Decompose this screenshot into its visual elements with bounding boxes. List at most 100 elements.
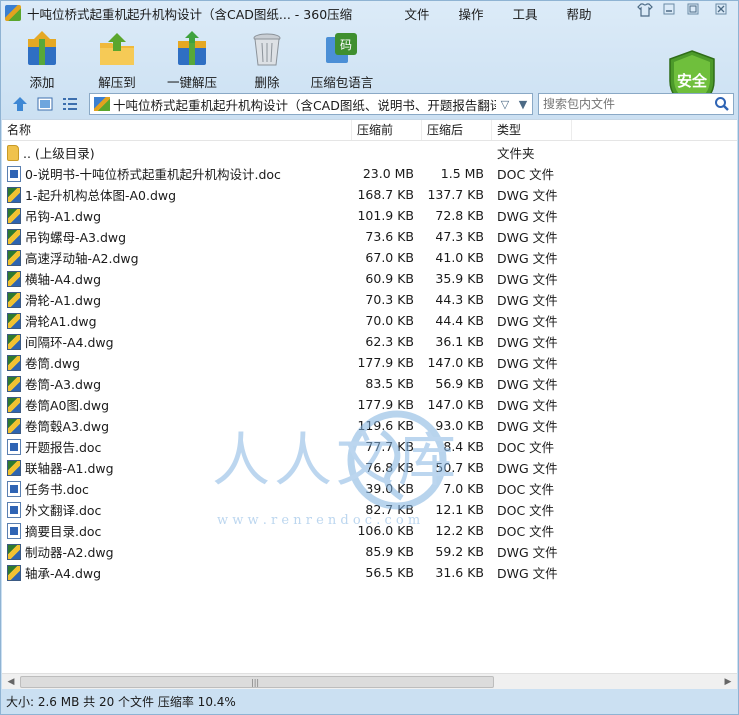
- file-name: 横轴-A4.dwg: [25, 272, 102, 287]
- one-click-extract-icon: [172, 29, 212, 69]
- table-row[interactable]: 间隔环-A4.dwg 62.3 KB 36.1 KB DWG 文件: [2, 331, 737, 352]
- table-row[interactable]: 高速浮动轴-A2.dwg 67.0 KB 41.0 KB DWG 文件: [2, 247, 737, 268]
- restore-icon[interactable]: [684, 3, 702, 19]
- table-row[interactable]: 1-起升机构总体图-A0.dwg 168.7 KB 137.7 KB DWG 文件: [2, 184, 737, 205]
- size-before: 23.0 MB: [362, 166, 414, 181]
- archive-language-icon: 码: [322, 29, 362, 69]
- table-row[interactable]: 制动器-A2.dwg 85.9 KB 59.2 KB DWG 文件: [2, 541, 737, 562]
- dropdown-arrow-icon[interactable]: ▼: [514, 98, 532, 111]
- file-name: 外文翻译.doc: [25, 503, 102, 518]
- add-button[interactable]: 添加: [7, 27, 77, 91]
- file-name-cell: .. (上级目录): [2, 143, 352, 162]
- path-bar[interactable]: 十吨位桥式起重机起升机构设计（含CAD图纸、说明书、开题报告翻译... ▽ ▼: [89, 93, 533, 115]
- file-name: 摘要目录.doc: [25, 524, 102, 539]
- file-name: 联轴器-A1.dwg: [25, 461, 114, 476]
- column-type[interactable]: 类型: [492, 120, 572, 140]
- minimize-icon[interactable]: [660, 3, 678, 19]
- search-icon[interactable]: [713, 95, 731, 113]
- list-view-icon[interactable]: [61, 95, 79, 113]
- doc-file-icon: [7, 522, 21, 539]
- extract-to-label: 解压到: [98, 75, 136, 90]
- table-row[interactable]: 卷筒.dwg 177.9 KB 147.0 KB DWG 文件: [2, 352, 737, 373]
- table-row[interactable]: 卷筒毂A3.dwg 119.6 KB 93.0 KB DWG 文件: [2, 415, 737, 436]
- dwg-file-icon: [7, 564, 21, 581]
- table-row[interactable]: 滑轮A1.dwg 70.0 KB 44.4 KB DWG 文件: [2, 310, 737, 331]
- scroll-left-icon[interactable]: ◀: [3, 675, 19, 689]
- table-row[interactable]: 轴承-A4.dwg 56.5 KB 31.6 KB DWG 文件: [2, 562, 737, 583]
- file-name: 轴承-A4.dwg: [25, 566, 102, 581]
- file-name: 卷筒-A3.dwg: [25, 377, 102, 392]
- status-bar: 大小: 2.6 MB 共 20 个文件 压缩率 10.4%: [6, 695, 236, 709]
- size-after: 137.7 KB: [427, 187, 484, 202]
- file-type: DWG 文件: [497, 566, 558, 581]
- file-name: 制动器-A2.dwg: [25, 545, 114, 560]
- file-type: DWG 文件: [497, 293, 558, 308]
- size-before: 56.5 KB: [365, 565, 414, 580]
- chevron-down-icon[interactable]: ▽: [496, 98, 514, 111]
- size-after: 50.7 KB: [435, 460, 484, 475]
- size-after: 59.2 KB: [435, 544, 484, 559]
- archive-language-label: 压缩包语言: [310, 75, 374, 90]
- scroll-right-icon[interactable]: ▶: [720, 675, 736, 689]
- file-name-cell: 吊钩-A1.dwg: [2, 206, 352, 225]
- archive-language-button[interactable]: 码 压缩包语言: [307, 27, 377, 91]
- up-arrow-icon[interactable]: [11, 95, 29, 113]
- table-row[interactable]: 外文翻译.doc 82.7 KB 12.1 KB DOC 文件: [2, 499, 737, 520]
- file-type: DWG 文件: [497, 545, 558, 560]
- table-row[interactable]: 横轴-A4.dwg 60.9 KB 35.9 KB DWG 文件: [2, 268, 737, 289]
- table-row[interactable]: 开题报告.doc 77.7 KB 8.4 KB DOC 文件: [2, 436, 737, 457]
- close-icon[interactable]: [708, 3, 734, 19]
- table-row[interactable]: 任务书.doc 39.0 KB 7.0 KB DOC 文件: [2, 478, 737, 499]
- extract-to-button[interactable]: 解压到: [82, 27, 152, 91]
- large-icon-view-icon[interactable]: [36, 95, 54, 113]
- size-before: 62.3 KB: [365, 334, 414, 349]
- skin-shirt-icon[interactable]: [636, 3, 654, 19]
- size-before: 39.0 KB: [365, 481, 414, 496]
- size-after: 72.8 KB: [435, 208, 484, 223]
- size-after: 12.2 KB: [435, 523, 484, 538]
- table-row[interactable]: 联轴器-A1.dwg 76.8 KB 50.7 KB DWG 文件: [2, 457, 737, 478]
- delete-button[interactable]: 删除: [232, 27, 302, 91]
- file-type: DWG 文件: [497, 377, 558, 392]
- file-type: DOC 文件: [497, 167, 555, 182]
- dwg-file-icon: [7, 354, 21, 371]
- search-input[interactable]: [539, 97, 713, 111]
- dwg-file-icon: [7, 417, 21, 434]
- menu-help[interactable]: 帮助: [552, 4, 606, 23]
- file-name: 滑轮-A1.dwg: [25, 293, 102, 308]
- file-name-cell: 卷筒毂A3.dwg: [2, 416, 352, 435]
- file-type: DOC 文件: [497, 524, 555, 539]
- table-row[interactable]: 滑轮-A1.dwg 70.3 KB 44.3 KB DWG 文件: [2, 289, 737, 310]
- file-name-cell: 卷筒.dwg: [2, 353, 352, 372]
- table-row[interactable]: 卷筒-A3.dwg 83.5 KB 56.9 KB DWG 文件: [2, 373, 737, 394]
- table-row[interactable]: 吊钩-A1.dwg 101.9 KB 72.8 KB DWG 文件: [2, 205, 737, 226]
- file-type: DWG 文件: [497, 188, 558, 203]
- file-type: DWG 文件: [497, 419, 558, 434]
- folder-file-icon: [7, 144, 19, 161]
- dwg-file-icon: [7, 375, 21, 392]
- table-row[interactable]: 卷筒A0图.dwg 177.9 KB 147.0 KB DWG 文件: [2, 394, 737, 415]
- horizontal-scrollbar[interactable]: ◀ ||| ▶: [2, 673, 737, 689]
- menu-operation[interactable]: 操作: [444, 4, 498, 23]
- dwg-file-icon: [7, 270, 21, 287]
- table-row[interactable]: 0-说明书-十吨位桥式起重机起升机构设计.doc 23.0 MB 1.5 MB DOC…: [2, 163, 737, 184]
- file-name-cell: 横轴-A4.dwg: [2, 269, 352, 288]
- menu-tools[interactable]: 工具: [498, 4, 552, 23]
- column-name[interactable]: 名称: [2, 120, 352, 140]
- file-name-cell: 制动器-A2.dwg: [2, 542, 352, 561]
- scroll-thumb[interactable]: |||: [20, 676, 494, 688]
- column-after-size[interactable]: 压缩后: [422, 120, 492, 140]
- table-row[interactable]: 摘要目录.doc 106.0 KB 12.2 KB DOC 文件: [2, 520, 737, 541]
- column-before-size[interactable]: 压缩前: [352, 120, 422, 140]
- doc-file-icon: [7, 165, 21, 182]
- one-click-extract-button[interactable]: 一键解压: [157, 27, 227, 91]
- file-name-cell: 开题报告.doc: [2, 437, 352, 456]
- table-row[interactable]: .. (上级目录) 文件夹: [2, 142, 737, 163]
- size-after: 12.1 KB: [435, 502, 484, 517]
- table-row[interactable]: 吊钩螺母-A3.dwg 73.6 KB 47.3 KB DWG 文件: [2, 226, 737, 247]
- menu-file[interactable]: 文件: [390, 4, 444, 23]
- file-name: 1-起升机构总体图-A0.dwg: [25, 188, 177, 203]
- file-name-cell: 滑轮A1.dwg: [2, 311, 352, 330]
- file-name-cell: 吊钩螺母-A3.dwg: [2, 227, 352, 246]
- app-logo-icon: [5, 5, 21, 21]
